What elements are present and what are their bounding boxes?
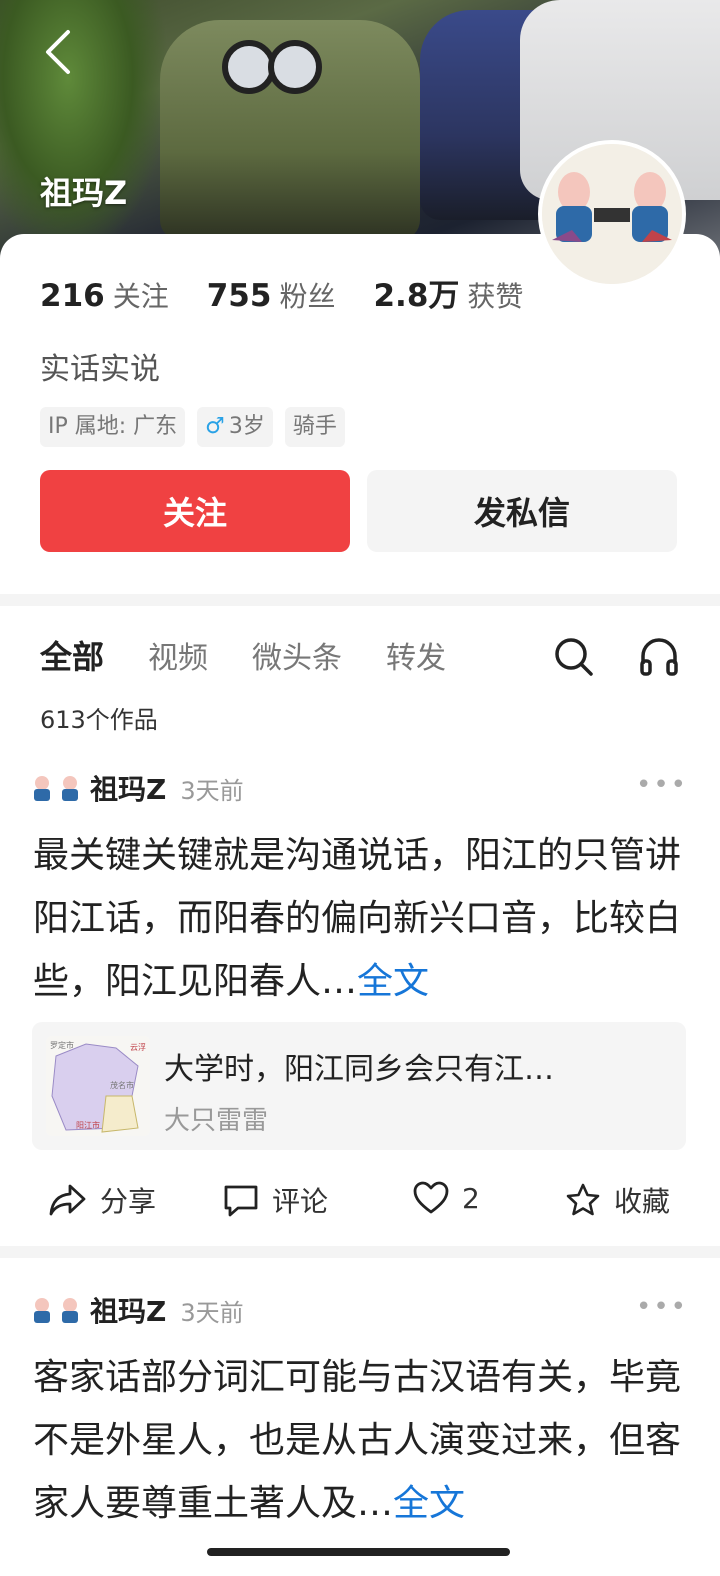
tab-video[interactable]: 视频 (148, 633, 208, 677)
read-full-link[interactable]: 全文 (393, 1483, 465, 1524)
author-avatar-icon (30, 1295, 82, 1325)
content-tabs: 全部 视频 微头条 转发 (40, 632, 490, 678)
plant-decoration (0, 0, 170, 260)
stat-followers[interactable]: 755 粉丝 (207, 275, 336, 315)
scooter-lamp (268, 40, 322, 94)
profile-tags: IP 属地: 广东 ♂ 3岁 骑手 (40, 407, 357, 447)
map-label: 罗定市 (50, 1040, 74, 1050)
share-button[interactable]: 分享 (48, 1180, 156, 1220)
stat-following[interactable]: 216 关注 (40, 275, 169, 315)
map-label: 茂名市 (110, 1080, 134, 1090)
more-options-icon[interactable]: ••• (636, 770, 688, 800)
post-text[interactable]: 客家话部分词汇可能与古汉语有关，毕竟不是外星人，也是从古人演变过来，但客家人要尊… (33, 1346, 683, 1535)
post-actions: 分享 评论 2 收藏 (0, 1180, 720, 1224)
stat-value: 216 (40, 278, 105, 314)
collect-button[interactable]: 收藏 (564, 1180, 670, 1220)
map-label: 云浮 (130, 1042, 146, 1052)
comment-label: 评论 (272, 1185, 329, 1218)
post-body: 客家话部分词汇可能与古汉语有关，毕竟不是外星人，也是从古人演变过来，但客家人要尊… (33, 1357, 682, 1524)
home-indicator[interactable] (207, 1548, 510, 1556)
role-tag: 骑手 (284, 407, 345, 447)
read-full-link[interactable]: 全文 (357, 961, 429, 1002)
tab-all[interactable]: 全部 (40, 632, 104, 678)
avatar[interactable] (538, 140, 686, 288)
quoted-post-author: 大只雷雷 (164, 1106, 269, 1136)
post-text[interactable]: 最关键关键就是沟通说话，阳江的只管讲阳江话，而阳春的偏向新兴口音，比较白些，阳江… (33, 824, 683, 1013)
like-button[interactable]: 2 (412, 1180, 480, 1216)
quoted-post-map-thumbnail: 罗定市 云浮 阳江市 茂名市 (46, 1036, 150, 1136)
search-icon[interactable] (553, 636, 595, 678)
work-count: 613个作品 (40, 706, 158, 734)
stat-likes[interactable]: 2.8万 获赞 (373, 270, 523, 315)
post-divider (0, 1246, 720, 1258)
collect-label: 收藏 (614, 1185, 671, 1218)
back-icon[interactable] (38, 28, 78, 76)
quoted-post-title: 大学时，阳江同乡会只有江… (164, 1052, 554, 1087)
header-username: 祖玛Z (40, 174, 128, 212)
age-label: 3岁 (228, 414, 265, 439)
more-options-icon[interactable]: ••• (636, 1292, 688, 1322)
like-count: 2 (462, 1181, 480, 1215)
star-icon (566, 1183, 600, 1216)
post-author[interactable]: 祖玛Z (90, 1290, 166, 1330)
map-label: 阳江市 (76, 1120, 100, 1130)
headphones-icon[interactable] (638, 636, 680, 678)
follow-button[interactable]: 关注 (40, 470, 350, 552)
stat-value: 755 (206, 278, 272, 314)
male-gender-icon: ♂ (205, 414, 225, 439)
profile-stats: 216 关注 755 粉丝 2.8万 获赞 (40, 270, 561, 315)
post-author[interactable]: 祖玛Z (90, 768, 166, 808)
tab-repost[interactable]: 转发 (386, 633, 446, 677)
post-time: 3天前 (180, 1298, 244, 1327)
share-icon (49, 1184, 86, 1216)
age-tag: ♂ 3岁 (197, 407, 273, 447)
heart-icon (413, 1181, 449, 1214)
profile-bio: 实话实说 (40, 352, 160, 387)
post-header[interactable]: 祖玛Z 3天前 (30, 768, 244, 808)
post-time: 3天前 (180, 776, 244, 805)
stat-label: 获赞 (467, 280, 524, 313)
quoted-post-card[interactable]: 罗定市 云浮 阳江市 茂名市 大学时，阳江同乡会只有江… 大只雷雷 (32, 1022, 686, 1150)
message-button[interactable]: 发私信 (367, 470, 677, 552)
share-label: 分享 (100, 1185, 157, 1218)
post-header[interactable]: 祖玛Z 3天前 (30, 1290, 244, 1330)
section-divider (0, 594, 720, 606)
stat-label: 粉丝 (279, 280, 336, 313)
author-avatar-icon (30, 773, 82, 803)
avatar-cartoon-icon (542, 144, 682, 284)
stat-label: 关注 (112, 280, 169, 313)
ip-location-tag: IP 属地: 广东 (40, 407, 186, 447)
comment-button[interactable]: 评论 (222, 1180, 328, 1220)
stat-value: 2.8万 (373, 278, 460, 314)
tab-micro-post[interactable]: 微头条 (252, 633, 342, 677)
comment-icon (224, 1185, 258, 1217)
